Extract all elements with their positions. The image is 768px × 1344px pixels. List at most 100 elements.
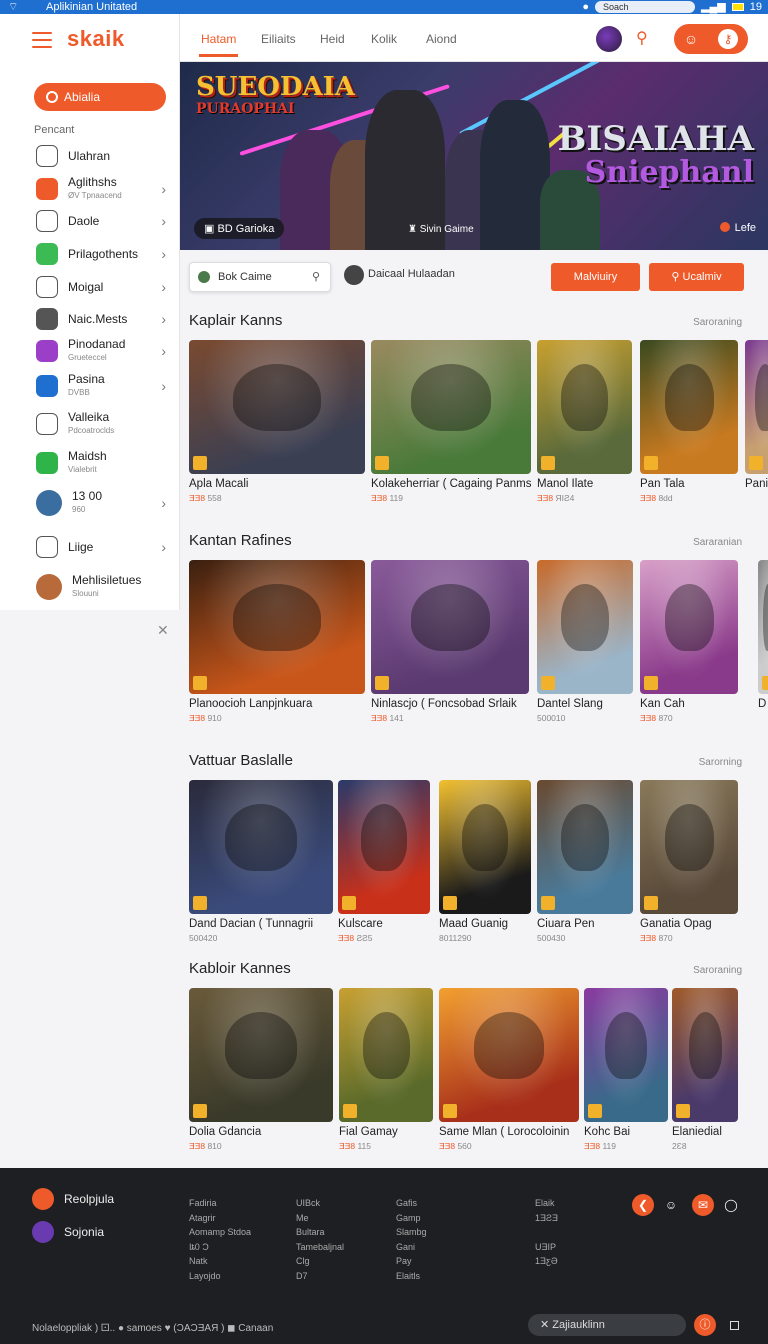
game-title[interactable]: Dolia Gdancia (189, 1126, 261, 1138)
sidebar-item[interactable]: Daole › (36, 206, 168, 236)
game-thumbnail[interactable] (189, 780, 333, 914)
tab-kolik[interactable]: Kolik (371, 32, 397, 46)
footer-link[interactable]: Natk (189, 1254, 251, 1269)
social-icon-1[interactable]: ❮ (632, 1194, 654, 1216)
game-title[interactable]: Manol Ilate (537, 478, 593, 490)
message-icon[interactable]: ◯ (720, 1194, 742, 1216)
game-card[interactable]: Dolia Gdancia ƎƎ8 810 (189, 988, 333, 1151)
chevron-right-icon[interactable]: › (161, 311, 166, 327)
game-title[interactable]: Dand Dacian ( Tunnagrii (189, 918, 313, 930)
close-icon[interactable]: ✕ (157, 622, 169, 639)
game-card[interactable]: Same Mlan ( Lorocoloinin ƎƎ8 560 (439, 988, 579, 1151)
sidebar-cta-button[interactable]: Abialia (34, 83, 166, 111)
game-title[interactable]: Ciuara Pen (537, 918, 595, 930)
game-title[interactable]: D (758, 698, 766, 710)
footer-link[interactable] (535, 1225, 558, 1240)
sidebar-item[interactable]: Liige › (36, 532, 168, 562)
footer-link[interactable]: 1ƎƧƎ (535, 1211, 558, 1226)
sidebar-item[interactable]: Aglithshs ØV Tpnaacend › (36, 174, 168, 204)
brand-logo[interactable]: skaik (67, 26, 125, 52)
chevron-right-icon[interactable]: › (161, 378, 166, 394)
footer-link[interactable]: Aomamp Stdoa (189, 1225, 251, 1240)
footer-link[interactable]: Elaitls (396, 1269, 427, 1284)
filter-button-2[interactable]: ⚲ Ucalmiv (649, 263, 744, 291)
hero-chip[interactable]: ▣ BD Garioka (194, 218, 285, 239)
sidebar-item[interactable]: 13 00 960 › (36, 488, 168, 518)
game-card[interactable]: Ninlascjo ( Foncsobad Srlaik ƎƎ8 141 (371, 560, 529, 723)
magnifier-icon[interactable]: ⚲ (312, 263, 320, 291)
footer-link[interactable]: Gafis (396, 1196, 427, 1211)
hamburger-menu-icon[interactable] (32, 32, 52, 48)
chat-icon[interactable]: ✉ (692, 1194, 714, 1216)
game-thumbnail[interactable] (672, 988, 738, 1122)
game-title[interactable]: Kolakeherriar ( Cagaing Panms (371, 478, 531, 490)
status-search[interactable]: Soach (595, 1, 696, 13)
footer-link[interactable]: D7 (296, 1269, 344, 1284)
tab-heid[interactable]: Heid (320, 32, 345, 46)
game-card[interactable]: Pan Tala ƎƎ8 8dd (640, 340, 738, 503)
help-button[interactable]: ⓘ (694, 1314, 716, 1336)
footer-link[interactable]: 1ƎƹƏ (535, 1254, 558, 1269)
game-title[interactable]: Planoocioh Lanpjnkuara (189, 698, 312, 710)
game-card[interactable]: Elaniedial 2Ɛ8 (672, 988, 738, 1151)
section-see-all-link[interactable]: Sarorning (699, 757, 742, 768)
game-card[interactable]: Pani (745, 340, 768, 500)
game-card[interactable]: Kulscare ƎƎ8 ƧƧ5 (338, 780, 430, 943)
game-thumbnail[interactable] (339, 988, 433, 1122)
game-card[interactable]: Ciuara Pen 500430 (537, 780, 633, 943)
footer-link[interactable]: Fadiria (189, 1196, 251, 1211)
footer-link[interactable]: Slambg (396, 1225, 427, 1240)
game-thumbnail[interactable] (584, 988, 668, 1122)
game-card[interactable]: Planoocioh Lanpjnkuara ƎƎ8 910 (189, 560, 365, 723)
footer-link-1[interactable]: Reolpjula (32, 1188, 114, 1210)
chevron-right-icon[interactable]: › (161, 343, 166, 359)
game-thumbnail[interactable] (189, 560, 365, 694)
section-see-all-link[interactable]: Sararanian (693, 537, 742, 548)
game-card[interactable]: Dand Dacian ( Tunnagrii 500420 (189, 780, 333, 943)
footer-link[interactable]: UƎIP (535, 1240, 558, 1255)
tab-hatam[interactable]: Hatam (198, 32, 239, 57)
sidebar-item[interactable]: Valleika Pdcoatroclds (36, 409, 168, 439)
game-title[interactable]: Elaniedial (672, 1126, 722, 1138)
game-title[interactable]: Pani (745, 478, 768, 490)
footer-link[interactable] (535, 1269, 558, 1284)
footer-link[interactable]: Gani (396, 1240, 427, 1255)
account-button[interactable]: ☺ ⚷ (674, 24, 748, 54)
section-see-all-link[interactable]: Saroraning (693, 965, 742, 976)
chevron-right-icon[interactable]: › (161, 181, 166, 197)
game-thumbnail[interactable] (640, 780, 738, 914)
footer-link[interactable]: Me (296, 1211, 344, 1226)
game-thumbnail[interactable] (537, 780, 633, 914)
user-avatar[interactable] (596, 26, 622, 52)
game-title[interactable]: Ganatia Opag (640, 918, 712, 930)
sidebar-item[interactable]: Prilagothents › (36, 239, 168, 269)
live-badge[interactable]: Lefe (719, 222, 756, 234)
game-card[interactable]: Kolakeherriar ( Cagaing Panms ƎƎ8 119 (371, 340, 531, 503)
chevron-right-icon[interactable]: › (161, 495, 166, 511)
game-thumbnail[interactable] (189, 340, 365, 474)
tab-aiond[interactable]: Aiond (426, 32, 457, 46)
game-card[interactable]: Maad Guanig 8011290 (439, 780, 531, 943)
footer-link[interactable]: Layojdo (189, 1269, 251, 1284)
game-card[interactable]: Manol Ilate ƎƎ8 ЯIƧ4 (537, 340, 632, 503)
game-thumbnail[interactable] (439, 780, 531, 914)
footer-link[interactable]: UIBck (296, 1196, 344, 1211)
filter-button-1[interactable]: Malviuiry (551, 263, 640, 291)
footer-link[interactable]: Iȶ0 Ɔ (189, 1240, 251, 1255)
footer-link[interactable]: Elaik (535, 1196, 558, 1211)
game-title[interactable]: Kulscare (338, 918, 383, 930)
game-thumbnail[interactable] (745, 340, 768, 474)
chevron-right-icon[interactable]: › (161, 246, 166, 262)
game-title[interactable]: Ninlascjo ( Foncsobad Srlaik (371, 698, 517, 710)
square-icon[interactable] (730, 1321, 739, 1330)
game-thumbnail[interactable] (640, 560, 738, 694)
game-title[interactable]: Kan Cah (640, 698, 685, 710)
sidebar-item[interactable]: Mehlisiletues Slouuni (36, 572, 168, 602)
game-card[interactable]: Kohc Bai ƎƎ8 119 (584, 988, 668, 1151)
game-title[interactable]: Same Mlan ( Lorocoloinin (439, 1126, 569, 1138)
game-thumbnail[interactable] (338, 780, 430, 914)
game-title[interactable]: Maad Guanig (439, 918, 508, 930)
game-thumbnail[interactable] (439, 988, 579, 1122)
game-title[interactable]: Apla Macali (189, 478, 248, 490)
game-card[interactable]: Kan Cah ƎƎ8 870 (640, 560, 738, 723)
